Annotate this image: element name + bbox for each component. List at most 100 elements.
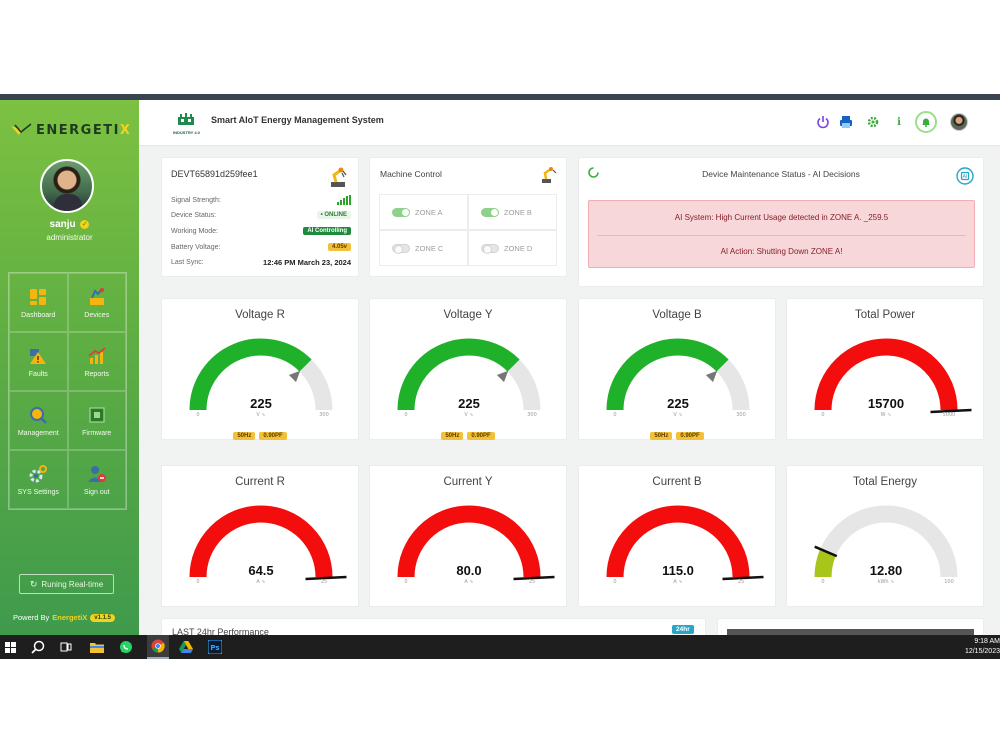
gauge-unit: A ∿ bbox=[256, 579, 265, 585]
current-y-gauge-card: Current Y 80.0 A ∿ 0 25 bbox=[369, 465, 567, 607]
gauge-dial: 225 V ∿ 0 300 bbox=[189, 338, 333, 418]
sidebar-item-dashboard[interactable]: Dashboard bbox=[9, 273, 68, 332]
gear-icon[interactable] bbox=[866, 115, 880, 129]
gauge-unit: V ∿ bbox=[673, 412, 682, 418]
user-role: administrator bbox=[46, 233, 93, 242]
industry-logo-caption: INDUSTRY 4.0 bbox=[173, 130, 200, 135]
gauge-min-label: 0 bbox=[613, 579, 616, 585]
powered-by: Powerd By EnergetiX v1.1.5 bbox=[13, 613, 115, 622]
power-factor-badge: 0.90PF bbox=[259, 432, 287, 440]
toggle-switch-on[interactable] bbox=[392, 207, 410, 217]
printer-icon[interactable] bbox=[839, 115, 853, 129]
google-drive-icon[interactable] bbox=[178, 639, 194, 655]
gauge-min-label: 0 bbox=[404, 579, 407, 585]
gauge-value-arc bbox=[814, 549, 836, 578]
frequency-badge: 50Hz bbox=[233, 432, 256, 440]
power-quality-badges: 50Hz 0.90PF bbox=[162, 432, 358, 440]
sidebar-item-faults[interactable]: Faults bbox=[9, 332, 68, 391]
last-sync-value: 12:46 PM March 23, 2024 bbox=[263, 258, 351, 267]
sidebar-item-devices[interactable]: Devices bbox=[67, 273, 126, 332]
sidebar-item-reports[interactable]: Reports bbox=[67, 332, 126, 391]
power-quality-badges: 50Hz 0.90PF bbox=[579, 432, 775, 440]
wing-logo-icon bbox=[11, 123, 32, 135]
frequency-badge: 50Hz bbox=[650, 432, 673, 440]
gauge-min-label: 0 bbox=[404, 412, 407, 418]
performance-period-badge[interactable]: 24hr bbox=[672, 625, 694, 634]
gauge-pointer bbox=[705, 370, 718, 383]
gauge-max-label: 25 bbox=[321, 579, 327, 585]
search-icon[interactable] bbox=[30, 639, 46, 655]
zone-a-toggle[interactable]: ZONE A bbox=[379, 194, 468, 230]
reports-icon bbox=[87, 346, 107, 366]
photoshop-icon[interactable]: Ps bbox=[207, 639, 223, 655]
gauge-unit: A ∿ bbox=[673, 579, 682, 585]
sidebar-item-management[interactable]: Management bbox=[9, 391, 68, 450]
gauge-value: 80.0 bbox=[456, 563, 481, 578]
gauge-value: 225 bbox=[250, 396, 272, 411]
notification-bell-icon[interactable] bbox=[915, 111, 937, 133]
frequency-badge: 50Hz bbox=[441, 432, 464, 440]
sidebar-item-sys-settings[interactable]: SYS Settings bbox=[9, 450, 68, 509]
gauge-value: 64.5 bbox=[248, 563, 273, 578]
maintenance-status-card: Device Maintenance Status - AI Decisions… bbox=[578, 157, 984, 287]
gauge-value: 115.0 bbox=[662, 563, 694, 578]
firmware-icon bbox=[87, 405, 107, 425]
gauge-min-label: 0 bbox=[821, 579, 824, 585]
device-status-row: Device Status: • ONLINE bbox=[171, 211, 351, 219]
brand-name: ENERGETIX bbox=[36, 122, 132, 138]
gauge-value: 225 bbox=[667, 396, 689, 411]
power-icon[interactable] bbox=[816, 115, 830, 129]
ai-alert-detection: AI System: High Current Usage detected i… bbox=[674, 213, 889, 222]
system-clock[interactable]: 9:18 AM 12/15/2023 bbox=[960, 637, 1000, 657]
info-icon[interactable]: i bbox=[892, 115, 906, 129]
voltage-b-gauge-card: Voltage B 225 V ∿ 0 300 50Hz 0.90PF bbox=[578, 298, 776, 440]
user-name: sanju ✓ bbox=[49, 219, 90, 230]
gauge-value: 12.80 bbox=[870, 563, 903, 578]
gauge-max-label: 25 bbox=[529, 579, 535, 585]
toggle-switch-off[interactable] bbox=[481, 243, 499, 254]
power-factor-badge: 0.90PF bbox=[467, 432, 495, 440]
machine-arm-icon bbox=[542, 167, 557, 183]
current-r-gauge-card: Current R 64.5 A ∿ 0 25 bbox=[161, 465, 359, 607]
power-factor-badge: 0.90PF bbox=[676, 432, 704, 440]
alert-divider bbox=[597, 235, 966, 236]
gauge-dial: 64.5 A ∿ 0 25 bbox=[189, 505, 347, 585]
brand-logo[interactable]: ENERGETIX bbox=[10, 120, 131, 140]
user-avatar[interactable] bbox=[40, 159, 94, 213]
chrome-icon[interactable] bbox=[147, 635, 169, 659]
signal-bars-icon bbox=[337, 195, 351, 205]
devices-icon bbox=[87, 287, 107, 307]
working-mode-row: Working Mode: AI Controlling bbox=[171, 227, 351, 235]
dashboard-icon bbox=[28, 287, 48, 307]
gauge-dial: 225 V ∿ 0 300 bbox=[397, 338, 541, 418]
sidebar-item-firmware[interactable]: Firmware bbox=[67, 391, 126, 450]
header-user-avatar[interactable] bbox=[950, 113, 968, 131]
gauge-max-label: 5000 bbox=[943, 412, 956, 418]
gauge-max-label: 100 bbox=[944, 579, 954, 585]
signout-icon bbox=[87, 464, 107, 484]
windows-start-icon[interactable] bbox=[2, 639, 18, 655]
svg-text:Ps: Ps bbox=[210, 644, 219, 652]
zone-c-toggle[interactable]: ZONE C bbox=[379, 230, 468, 266]
gauge-pointer bbox=[496, 370, 509, 383]
task-view-icon[interactable] bbox=[58, 639, 74, 655]
whatsapp-icon[interactable] bbox=[118, 639, 134, 655]
running-realtime-button[interactable]: ↻ Runing Real-time bbox=[19, 574, 114, 594]
file-explorer-icon[interactable] bbox=[89, 639, 105, 655]
zone-b-toggle[interactable]: ZONE B bbox=[468, 194, 557, 230]
gauge-max-label: 25 bbox=[738, 579, 744, 585]
verified-check-icon: ✓ bbox=[80, 219, 90, 229]
toggle-switch-off[interactable] bbox=[392, 243, 410, 254]
zone-d-toggle[interactable]: ZONE D bbox=[468, 230, 557, 266]
app-title: Smart AIoT Energy Management System bbox=[211, 115, 384, 125]
gauge-dial: 12.80 kWh ∿ 0 100 bbox=[814, 505, 958, 585]
faults-icon bbox=[28, 346, 48, 366]
gauge-min-label: 0 bbox=[196, 412, 199, 418]
toggle-switch-on[interactable] bbox=[481, 207, 499, 217]
sidebar-item-sign-out[interactable]: Sign out bbox=[67, 450, 126, 509]
gauge-dial: 225 V ∿ 0 300 bbox=[606, 338, 750, 418]
gauge-value: 15700 bbox=[868, 396, 904, 411]
gauge-unit: V ∿ bbox=[464, 412, 473, 418]
maintenance-title: Device Maintenance Status - AI Decisions bbox=[702, 169, 860, 179]
gauge-min-label: 0 bbox=[196, 579, 199, 585]
